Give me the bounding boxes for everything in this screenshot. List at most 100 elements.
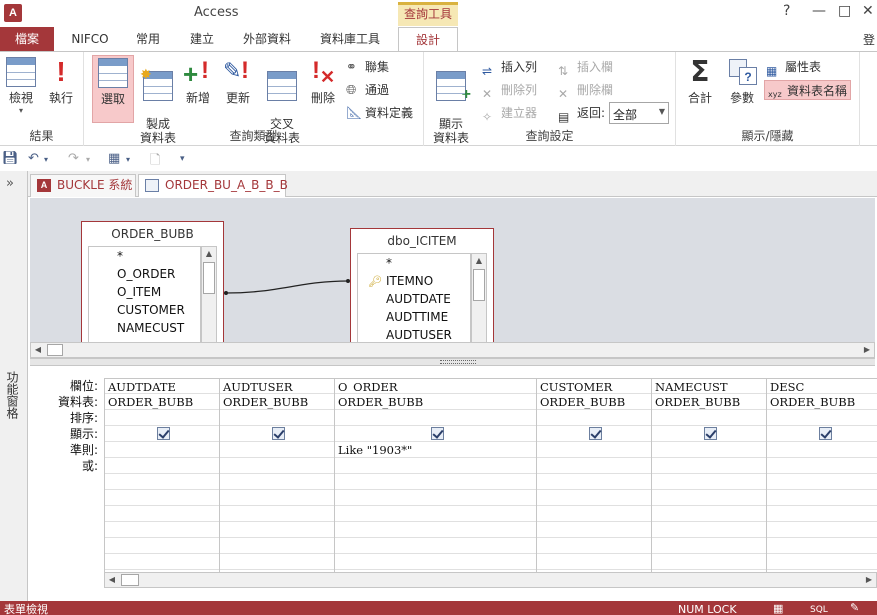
- grid-column[interactable]: AUDTDATE ORDER_BUBB: [104, 378, 219, 574]
- grid-cell-empty[interactable]: [652, 506, 766, 522]
- grid-cell-table[interactable]: ORDER_BUBB: [220, 394, 334, 410]
- grid-cell-empty[interactable]: [537, 538, 651, 554]
- grid-column[interactable]: AUDTUSER ORDER_BUBB: [219, 378, 334, 574]
- redo-icon[interactable]: ↷: [68, 151, 79, 166]
- grid-cell-or[interactable]: [220, 458, 334, 474]
- parameters-button[interactable]: ? 參數: [724, 55, 760, 123]
- table-title[interactable]: dbo_ICITEM: [351, 229, 493, 253]
- grid-cell-empty[interactable]: [335, 490, 536, 506]
- grid-cell-field[interactable]: DESC: [767, 378, 877, 394]
- field-item[interactable]: AUDTTIME: [358, 308, 470, 326]
- grid-horizontal-scrollbar[interactable]: ◀ ▶: [104, 572, 877, 588]
- undo-icon[interactable]: ↶: [28, 151, 39, 166]
- grid-cell-table[interactable]: ORDER_BUBB: [105, 394, 219, 410]
- restore-button[interactable]: □: [838, 3, 851, 19]
- grid-cell-field[interactable]: NAMECUST: [652, 378, 766, 394]
- grid-cell-empty[interactable]: [105, 522, 219, 538]
- grid-cell-or[interactable]: [105, 458, 219, 474]
- grid-cell-show[interactable]: [767, 426, 877, 442]
- grid-cell-show[interactable]: [105, 426, 219, 442]
- grid-cell-empty[interactable]: [767, 490, 877, 506]
- show-checkbox[interactable]: [157, 427, 170, 440]
- grid-cell-empty[interactable]: [105, 506, 219, 522]
- grid-cell-empty[interactable]: [105, 490, 219, 506]
- grid-cell-show[interactable]: [335, 426, 536, 442]
- show-checkbox[interactable]: [704, 427, 717, 440]
- print-preview-icon[interactable]: 🗋︎: [150, 151, 160, 173]
- grid-cell-empty[interactable]: [652, 474, 766, 490]
- union-query-button[interactable]: ⚭ 聯集: [346, 57, 389, 77]
- nav-pane-label[interactable]: 功能窗格: [4, 371, 21, 419]
- grid-cell-empty[interactable]: [220, 522, 334, 538]
- grid-cell-empty[interactable]: [220, 554, 334, 570]
- grid-cell-sort[interactable]: [652, 410, 766, 426]
- grid-cell-empty[interactable]: [767, 474, 877, 490]
- table-names-button[interactable]: xyz 資料表名稱: [764, 80, 852, 100]
- field-item[interactable]: *: [358, 254, 470, 272]
- upper-pane-horizontal-scrollbar[interactable]: ◀ ▶: [30, 342, 875, 358]
- tab-file[interactable]: 檔案: [0, 27, 54, 51]
- insert-rows-button[interactable]: ⇌ 插入列: [482, 57, 537, 78]
- grid-cell-sort[interactable]: [767, 410, 877, 426]
- field-item-primary-key[interactable]: 🔑︎ ITEMNO: [358, 272, 470, 290]
- insert-columns-button[interactable]: ⇅ 插入欄: [558, 57, 613, 78]
- make-table-button[interactable]: ✸ 製成 資料表: [136, 55, 180, 145]
- table-scrollbar[interactable]: ▲: [471, 253, 487, 342]
- grid-cell-or[interactable]: [537, 458, 651, 474]
- grid-cell-empty[interactable]: [767, 538, 877, 554]
- grid-cell-empty[interactable]: [335, 506, 536, 522]
- scroll-up-icon[interactable]: ▲: [472, 254, 486, 268]
- grid-cell-empty[interactable]: [652, 554, 766, 570]
- grid-cell-empty[interactable]: [220, 506, 334, 522]
- grid-cell-or[interactable]: [767, 458, 877, 474]
- view-dropdown-icon[interactable]: ▾: [126, 155, 130, 164]
- tab-design[interactable]: 設計: [398, 27, 458, 52]
- grid-cell-table[interactable]: ORDER_BUBB: [537, 394, 651, 410]
- doc-tab-buckle-system[interactable]: A BUCKLE 系統: [30, 174, 136, 197]
- field-item[interactable]: AUDTDATE: [358, 290, 470, 308]
- field-item[interactable]: AUDTUSER: [358, 326, 470, 342]
- delete-rows-button[interactable]: ✕ 刪除列: [482, 80, 537, 101]
- grid-cell-empty[interactable]: [335, 522, 536, 538]
- show-checkbox[interactable]: [272, 427, 285, 440]
- grid-cell-empty[interactable]: [220, 490, 334, 506]
- grid-cell-empty[interactable]: [220, 538, 334, 554]
- grid-cell-criteria[interactable]: [105, 442, 219, 458]
- property-sheet-button[interactable]: ▦ 屬性表: [766, 57, 821, 78]
- show-table-button[interactable]: + 顯示 資料表: [430, 55, 472, 145]
- show-checkbox[interactable]: [819, 427, 832, 440]
- grid-cell-criteria[interactable]: Like "1903*": [335, 442, 536, 458]
- grid-column[interactable]: O_ORDER ORDER_BUBB Like "1903*": [334, 378, 536, 574]
- grid-cell-show[interactable]: [537, 426, 651, 442]
- scroll-right-icon[interactable]: ▶: [862, 573, 876, 587]
- table-box-dbo-icitem[interactable]: dbo_ICITEM * 🔑︎ ITEMNO AUDTDATE AUDTTIME …: [350, 228, 494, 343]
- crosstab-query-button[interactable]: 交叉 資料表: [260, 55, 304, 145]
- grid-column[interactable]: NAMECUST ORDER_BUBB: [651, 378, 766, 574]
- grid-cell-empty[interactable]: [767, 506, 877, 522]
- delete-query-button[interactable]: ! ✕ 刪除: [306, 55, 340, 123]
- grid-cell-sort[interactable]: [335, 410, 536, 426]
- scroll-left-icon[interactable]: ◀: [31, 343, 45, 357]
- show-checkbox[interactable]: [430, 427, 444, 440]
- grid-cell-empty[interactable]: [767, 554, 877, 570]
- show-checkbox[interactable]: [589, 427, 602, 440]
- grid-cell-empty[interactable]: [652, 490, 766, 506]
- data-definition-button[interactable]: 📐︎ 資料定義: [346, 103, 413, 123]
- grid-cell-field[interactable]: CUSTOMER: [537, 378, 651, 394]
- tab-nifco[interactable]: NIFCO: [62, 27, 118, 51]
- scroll-thumb[interactable]: [121, 574, 139, 586]
- grid-cell-criteria[interactable]: [537, 442, 651, 458]
- grid-cell-empty[interactable]: [652, 538, 766, 554]
- tab-database-tools[interactable]: 資料庫工具: [310, 27, 390, 51]
- append-query-button[interactable]: +! 新增: [180, 55, 216, 123]
- grid-cell-empty[interactable]: [537, 474, 651, 490]
- pane-splitter[interactable]: [30, 358, 875, 366]
- grid-cell-or[interactable]: [335, 458, 536, 474]
- grid-cell-sort[interactable]: [537, 410, 651, 426]
- grid-cell-empty[interactable]: [537, 490, 651, 506]
- scroll-left-icon[interactable]: ◀: [105, 573, 119, 587]
- view-switch-icon[interactable]: ▦: [108, 151, 120, 166]
- grid-cell-field[interactable]: AUDTUSER: [220, 378, 334, 394]
- view-button[interactable]: 檢視 ▾: [2, 55, 40, 123]
- design-view-status-icon[interactable]: ✎: [850, 601, 859, 615]
